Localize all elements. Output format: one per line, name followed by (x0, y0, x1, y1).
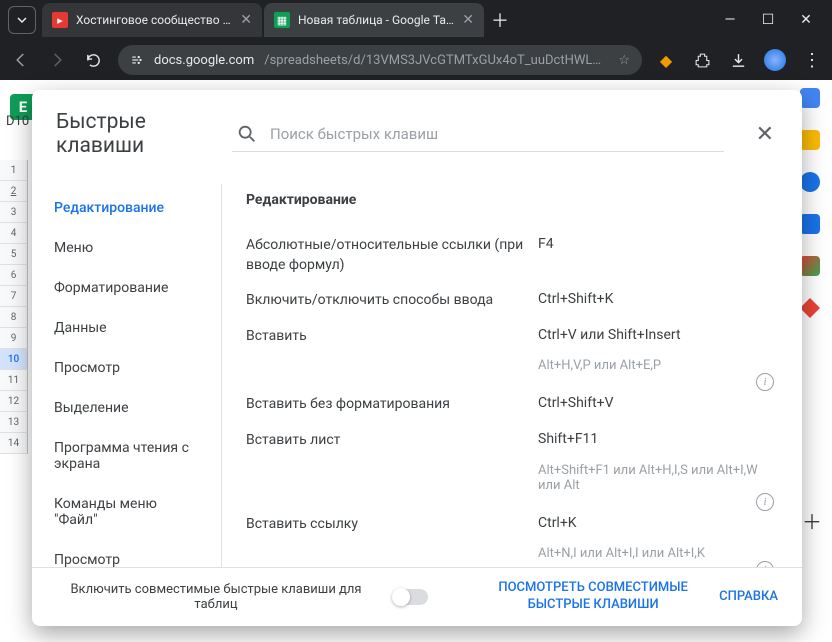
close-icon[interactable]: ✕ (240, 12, 252, 28)
url-domain: docs.google.com (154, 53, 254, 68)
forward-button[interactable] (46, 49, 68, 71)
search-input[interactable] (270, 125, 720, 143)
shortcut-row: Вставить лист Shift+F11 (246, 423, 778, 459)
favicon-icon: ▸ (52, 12, 68, 28)
sidebar-item[interactable]: Данные (32, 308, 221, 348)
row-header[interactable]: 8 (0, 307, 28, 328)
sidebar-item[interactable]: Выделение (32, 388, 221, 428)
shortcut-label: Вставить лист (246, 431, 526, 451)
row-header[interactable]: 9 (0, 328, 28, 349)
compat-toggle[interactable] (392, 589, 428, 605)
browser-tab[interactable]: ▦ Новая таблица - Google Табли ✕ (264, 3, 484, 37)
close-dialog-button[interactable]: ✕ (752, 118, 778, 151)
address-bar[interactable]: docs.google.com/spreadsheets/d/13VMS3JVc… (118, 45, 642, 75)
search-field-wrap (232, 117, 724, 152)
sidebar-item[interactable]: Просмотр (32, 540, 221, 567)
shortcut-keys: Ctrl+K (538, 515, 778, 531)
shortcut-row: Вставить без форматирования Ctrl+Shift+V (246, 387, 778, 423)
row-header[interactable]: 13 (0, 412, 28, 433)
keyboard-shortcuts-dialog: Быстрые клавиши ✕ РедактированиеМенюФорм… (32, 90, 802, 626)
shortcut-label: Включить/отключить способы ввода (246, 291, 526, 311)
bookmark-icon[interactable]: ☆ (618, 53, 630, 68)
tasks-icon[interactable] (800, 172, 820, 192)
row-header[interactable]: 11 (0, 370, 28, 391)
sidebar-item[interactable]: Редактирование (32, 188, 221, 228)
extensions-button[interactable] (692, 50, 712, 70)
site-settings-icon (130, 53, 144, 67)
menu-button[interactable]: ⋮ (802, 50, 822, 70)
row-header[interactable]: 4 (0, 223, 28, 244)
addon-icon[interactable] (800, 298, 820, 318)
shortcut-row: Вставить Ctrl+V или Shift+Insert (246, 319, 778, 355)
close-window-button[interactable]: ✕ (796, 12, 816, 28)
row-header[interactable]: 7 (0, 286, 28, 307)
tab-title: Новая таблица - Google Табли (298, 13, 454, 27)
shortcut-row: Вставить ссылку Ctrl+K (246, 507, 778, 543)
reload-button[interactable] (82, 49, 104, 71)
name-box[interactable]: D10 (6, 114, 29, 129)
keep-icon[interactable] (800, 130, 820, 150)
shortcut-alt-keys: Alt+Shift+F1 или Alt+H,I,S или Alt+I,W и… (246, 459, 778, 507)
dialog-title: Быстрые клавиши (56, 110, 216, 158)
sidebar-item[interactable]: Команды меню "Файл" (32, 484, 221, 540)
shortcut-label: Вставить (246, 327, 526, 347)
shortcuts-content: Редактирование Абсолютные/относительные … (222, 184, 802, 567)
tab-title: Хостинговое сообщество «Tim (76, 13, 232, 27)
row-header[interactable]: 10 (0, 349, 28, 370)
back-button[interactable] (10, 49, 32, 71)
shortcut-label: Вставить ссылку (246, 515, 526, 535)
shortcut-row: Включить/отключить способы ввода Ctrl+Shi… (246, 283, 778, 319)
browser-tab[interactable]: ▸ Хостинговое сообщество «Tim ✕ (42, 3, 262, 37)
category-sidebar: РедактированиеМенюФорматированиеДанныеПр… (32, 184, 222, 567)
tab-search-button[interactable] (8, 6, 36, 34)
row-header[interactable]: 5 (0, 244, 28, 265)
compat-toggle-label: Включить совместимые быстрые клавиши для… (56, 582, 376, 612)
info-icon[interactable]: i (756, 493, 774, 511)
shortcut-alt-keys: Alt+H,V,P или Alt+E,Pi (246, 354, 778, 387)
favicon-icon: ▦ (274, 12, 290, 28)
shortcut-keys: F4 (538, 236, 778, 252)
shortcut-keys: Ctrl+Shift+V (538, 395, 778, 411)
shortcut-keys: Ctrl+V или Shift+Insert (538, 327, 778, 343)
sidebar-item[interactable]: Форматирование (32, 268, 221, 308)
row-header[interactable]: 14 (0, 433, 28, 454)
shortcut-alt-keys: Alt+N,I или Alt+I,I или Alt+I,Ki (246, 542, 778, 567)
add-panel-button[interactable]: ＋ (802, 506, 822, 535)
close-icon[interactable]: ✕ (462, 12, 474, 28)
maximize-button[interactable]: ☐ (758, 12, 778, 28)
sidebar-item[interactable]: Программа чтения с экрана (32, 428, 221, 484)
browser-toolbar: docs.google.com/spreadsheets/d/13VMS3JVc… (0, 40, 832, 80)
search-icon (236, 123, 258, 145)
shortcut-keys: Ctrl+Shift+K (538, 291, 778, 307)
downloads-button[interactable] (728, 50, 748, 70)
shortcut-label: Вставить без форматирования (246, 395, 526, 415)
help-link[interactable]: СПРАВКА (719, 589, 778, 606)
contacts-icon[interactable] (800, 214, 820, 234)
dialog-footer: Включить совместимые быстрые клавиши для… (32, 567, 802, 626)
extension-icon[interactable]: ◆ (656, 50, 676, 70)
section-heading: Редактирование (246, 192, 778, 208)
row-header[interactable]: 6 (0, 265, 28, 286)
profile-avatar[interactable] (764, 49, 786, 71)
shortcut-keys: Shift+F11 (538, 431, 778, 447)
view-compat-link[interactable]: ПОСМОТРЕТЬ СОВМЕСТИМЫЕ БЫСТРЫЕ КЛАВИШИ (483, 580, 703, 614)
row-header[interactable]: 1 (0, 160, 28, 181)
url-path: /spreadsheets/d/13VMS3JVcGTMTxGUx4oT_uuD… (264, 53, 608, 68)
minimize-button[interactable]: ― (720, 12, 740, 28)
row-header[interactable]: 2 (0, 181, 28, 202)
new-tab-button[interactable]: ＋ (486, 6, 514, 34)
row-header[interactable]: 3 (0, 202, 28, 223)
calendar-icon[interactable] (800, 88, 820, 108)
maps-icon[interactable] (800, 256, 820, 276)
info-icon[interactable]: i (756, 561, 774, 567)
row-header[interactable]: 12 (0, 391, 28, 412)
shortcut-label: Абсолютные/относительные ссылки (при вво… (246, 236, 526, 275)
row-headers: 1234567891011121314 (0, 160, 28, 454)
browser-titlebar: ▸ Хостинговое сообщество «Tim ✕ ▦ Новая … (0, 0, 832, 40)
sidebar-item[interactable]: Просмотр (32, 348, 221, 388)
sidebar-item[interactable]: Меню (32, 228, 221, 268)
shortcut-row: Абсолютные/относительные ссылки (при вво… (246, 228, 778, 283)
